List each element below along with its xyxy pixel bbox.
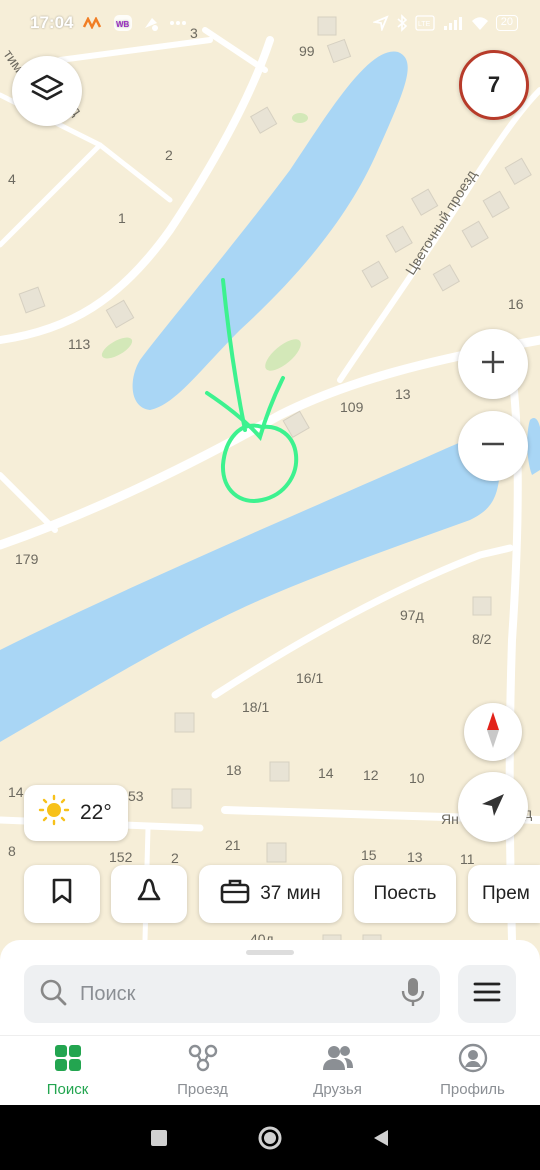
- house-number: 97д: [400, 607, 424, 623]
- volte-icon: LTE: [415, 15, 435, 31]
- tab-search[interactable]: Поиск: [0, 1036, 135, 1105]
- house-number: 16/1: [296, 670, 323, 686]
- recents-icon[interactable]: [146, 1125, 172, 1151]
- bluetooth-icon: [396, 14, 408, 32]
- route-icon: [187, 1043, 219, 1077]
- status-time: 17:04: [30, 13, 74, 32]
- signal-icon: [442, 15, 464, 31]
- food-chip[interactable]: Поесть: [354, 865, 456, 923]
- minus-icon: [480, 431, 506, 462]
- tab-search-label: Поиск: [46, 1081, 89, 1098]
- wifi-icon: [471, 15, 489, 31]
- friends-icon: [322, 1043, 354, 1077]
- tab-friends[interactable]: Друзья: [270, 1036, 405, 1105]
- house-number: 53: [128, 788, 144, 804]
- location-status-icon: [372, 15, 389, 31]
- weather-temperature: 22°: [80, 801, 112, 824]
- search-placeholder: Поиск: [80, 982, 136, 1005]
- house-number: 21: [225, 837, 241, 853]
- house-number: 2: [171, 850, 179, 866]
- street-label-yantarny: Ян: [441, 811, 459, 827]
- sheet-handle[interactable]: [246, 950, 294, 955]
- menu-button[interactable]: [458, 965, 516, 1023]
- hamburger-icon: [473, 981, 501, 1008]
- layers-icon: [29, 73, 65, 110]
- house-number: 113: [68, 336, 91, 352]
- tab-profile-label: Профиль: [440, 1081, 505, 1098]
- wb-app-icon: WB: [113, 14, 133, 32]
- vpn-icon: [142, 14, 160, 32]
- system-navigation-bar: [0, 1105, 540, 1170]
- house-number: 13: [395, 386, 411, 402]
- briefcase-icon: [220, 878, 250, 910]
- bottom-sheet: Поиск Поиск Проезд Друзья Профиль: [0, 940, 540, 1105]
- premium-chip[interactable]: Прем: [468, 865, 540, 923]
- tab-route[interactable]: Проезд: [135, 1036, 270, 1105]
- grid-icon: [53, 1043, 83, 1077]
- search-icon: [38, 977, 68, 1012]
- house-number: 11: [460, 851, 475, 867]
- house-number: 14: [318, 765, 334, 781]
- profile-icon: [458, 1043, 488, 1077]
- location-arrow-icon: [479, 791, 507, 824]
- search-input[interactable]: Поиск: [24, 965, 440, 1023]
- house-number: 13: [407, 849, 423, 865]
- zoom-in-button[interactable]: [458, 329, 528, 399]
- park: [292, 113, 308, 123]
- compass-button[interactable]: [464, 703, 522, 761]
- house-number: 15: [361, 847, 377, 863]
- traffic-score-badge[interactable]: 7: [459, 50, 529, 120]
- house-number: 8: [8, 843, 16, 859]
- sun-icon: [38, 794, 70, 832]
- back-icon[interactable]: [368, 1125, 394, 1151]
- house-number: 8/2: [472, 631, 492, 647]
- house-number: 4: [8, 171, 16, 187]
- house-number: 10: [409, 770, 425, 786]
- premium-chip-label: Прем: [482, 883, 530, 904]
- plus-icon: [480, 349, 506, 380]
- house-number: 1: [118, 210, 126, 226]
- commute-time: 37 мин: [260, 883, 321, 904]
- house-number: 109: [340, 399, 364, 415]
- tab-friends-label: Друзья: [313, 1081, 362, 1098]
- tab-route-label: Проезд: [177, 1081, 228, 1098]
- house-number: 14: [8, 784, 24, 800]
- svg-text:LTE: LTE: [418, 21, 431, 28]
- microphone-icon[interactable]: [400, 976, 426, 1013]
- food-chip-label: Поесть: [373, 883, 437, 904]
- house-number: 2: [165, 147, 173, 163]
- my-location-button[interactable]: [458, 772, 528, 842]
- svg-text:WB: WB: [116, 20, 130, 29]
- notifications-chip[interactable]: [111, 865, 187, 923]
- bookmark-icon: [50, 877, 74, 911]
- tab-profile[interactable]: Профиль: [405, 1036, 540, 1105]
- bookmarks-chip[interactable]: [24, 865, 100, 923]
- compass-icon: [483, 710, 503, 755]
- house-number: 16: [508, 296, 524, 312]
- house-number: 152: [109, 849, 133, 865]
- house-number: 12: [363, 767, 379, 783]
- zoom-out-button[interactable]: [458, 411, 528, 481]
- more-notifications-icon: [169, 20, 187, 26]
- status-left: 17:04 WB: [30, 13, 187, 33]
- tab-bar: Поиск Проезд Друзья Профиль: [0, 1035, 540, 1105]
- status-right: LTE 20: [372, 14, 518, 32]
- battery-indicator: 20: [495, 15, 518, 31]
- weather-widget[interactable]: 22°: [24, 785, 128, 841]
- house-number: 179: [15, 551, 39, 567]
- bell-icon: [135, 877, 163, 911]
- notification-app-icon: [82, 17, 104, 29]
- house-number: 18: [226, 762, 242, 778]
- status-bar: 17:04 WB LTE 20: [0, 0, 540, 46]
- house-number: 18/1: [242, 699, 269, 715]
- home-icon[interactable]: [257, 1125, 283, 1151]
- commute-chip[interactable]: 37 мин: [199, 865, 342, 923]
- layers-button[interactable]: [12, 56, 82, 126]
